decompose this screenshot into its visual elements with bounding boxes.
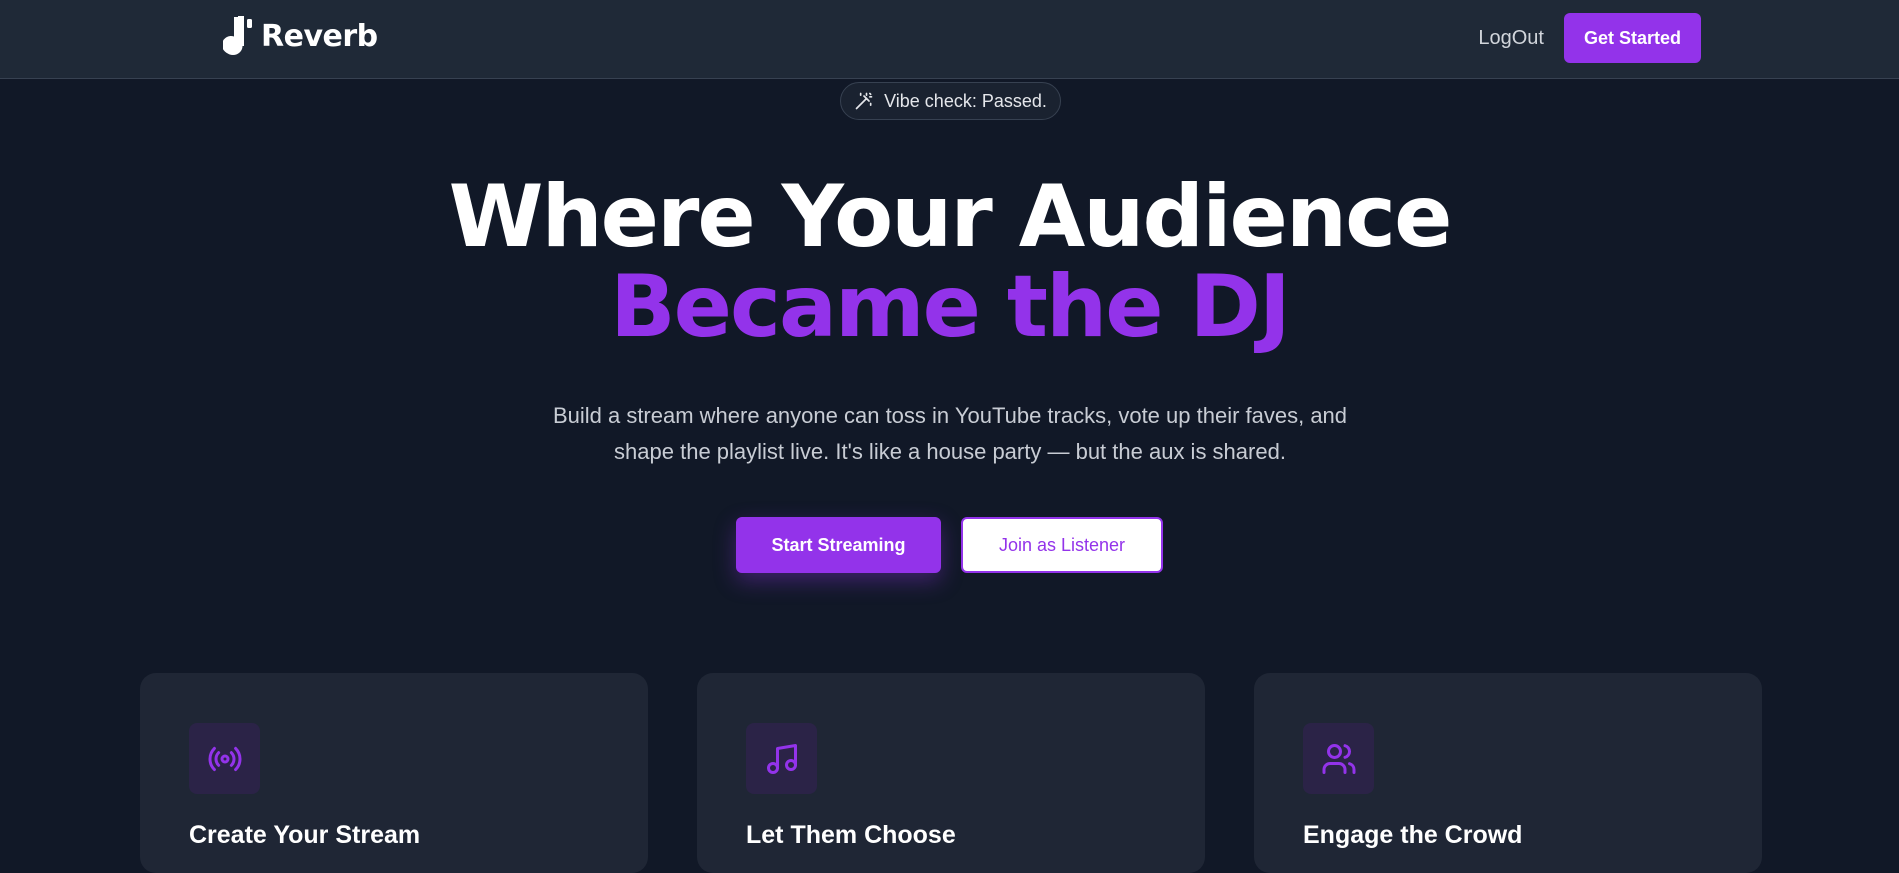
feature-icon-box [1303,723,1374,794]
top-navbar: Reverb LogOut Get Started [0,0,1899,79]
hero-title: Where Your Audience Became the DJ [0,172,1899,352]
hero-title-line1: Where Your Audience [448,167,1453,267]
feature-card-create-stream: Create Your Stream [140,673,648,873]
nav-actions: LogOut Get Started [1478,13,1701,63]
magic-wand-icon [855,92,873,110]
start-streaming-button[interactable]: Start Streaming [736,517,941,573]
music-note-icon [766,743,797,774]
hero-title-line2: Became the DJ [610,257,1291,357]
get-started-button[interactable]: Get Started [1563,13,1701,63]
feature-card-let-them-choose: Let Them Choose [697,673,1205,873]
hero-description: Build a stream where anyone can toss in … [552,403,1348,464]
brand-name: Reverb [261,18,378,54]
feature-title: Let Them Choose [746,821,956,849]
brand-logo[interactable]: Reverb [223,14,378,58]
feature-icon-box [189,723,260,794]
feature-title: Create Your Stream [189,821,421,849]
feature-icon-box [746,723,817,794]
vibe-check-badge: Vibe check: Passed. [840,82,1061,120]
logout-link[interactable]: LogOut [1478,27,1544,50]
cta-buttons: Start Streaming Join as Listener [736,517,1163,573]
users-icon [1322,743,1355,774]
radio-broadcast-icon [208,746,241,771]
feature-title: Engage the Crowd [1303,821,1523,849]
music-note-logo-icon [223,16,252,55]
feature-card-engage-crowd: Engage the Crowd [1254,673,1762,873]
join-as-listener-button[interactable]: Join as Listener [961,517,1163,573]
badge-text: Vibe check: Passed. [884,90,1047,111]
